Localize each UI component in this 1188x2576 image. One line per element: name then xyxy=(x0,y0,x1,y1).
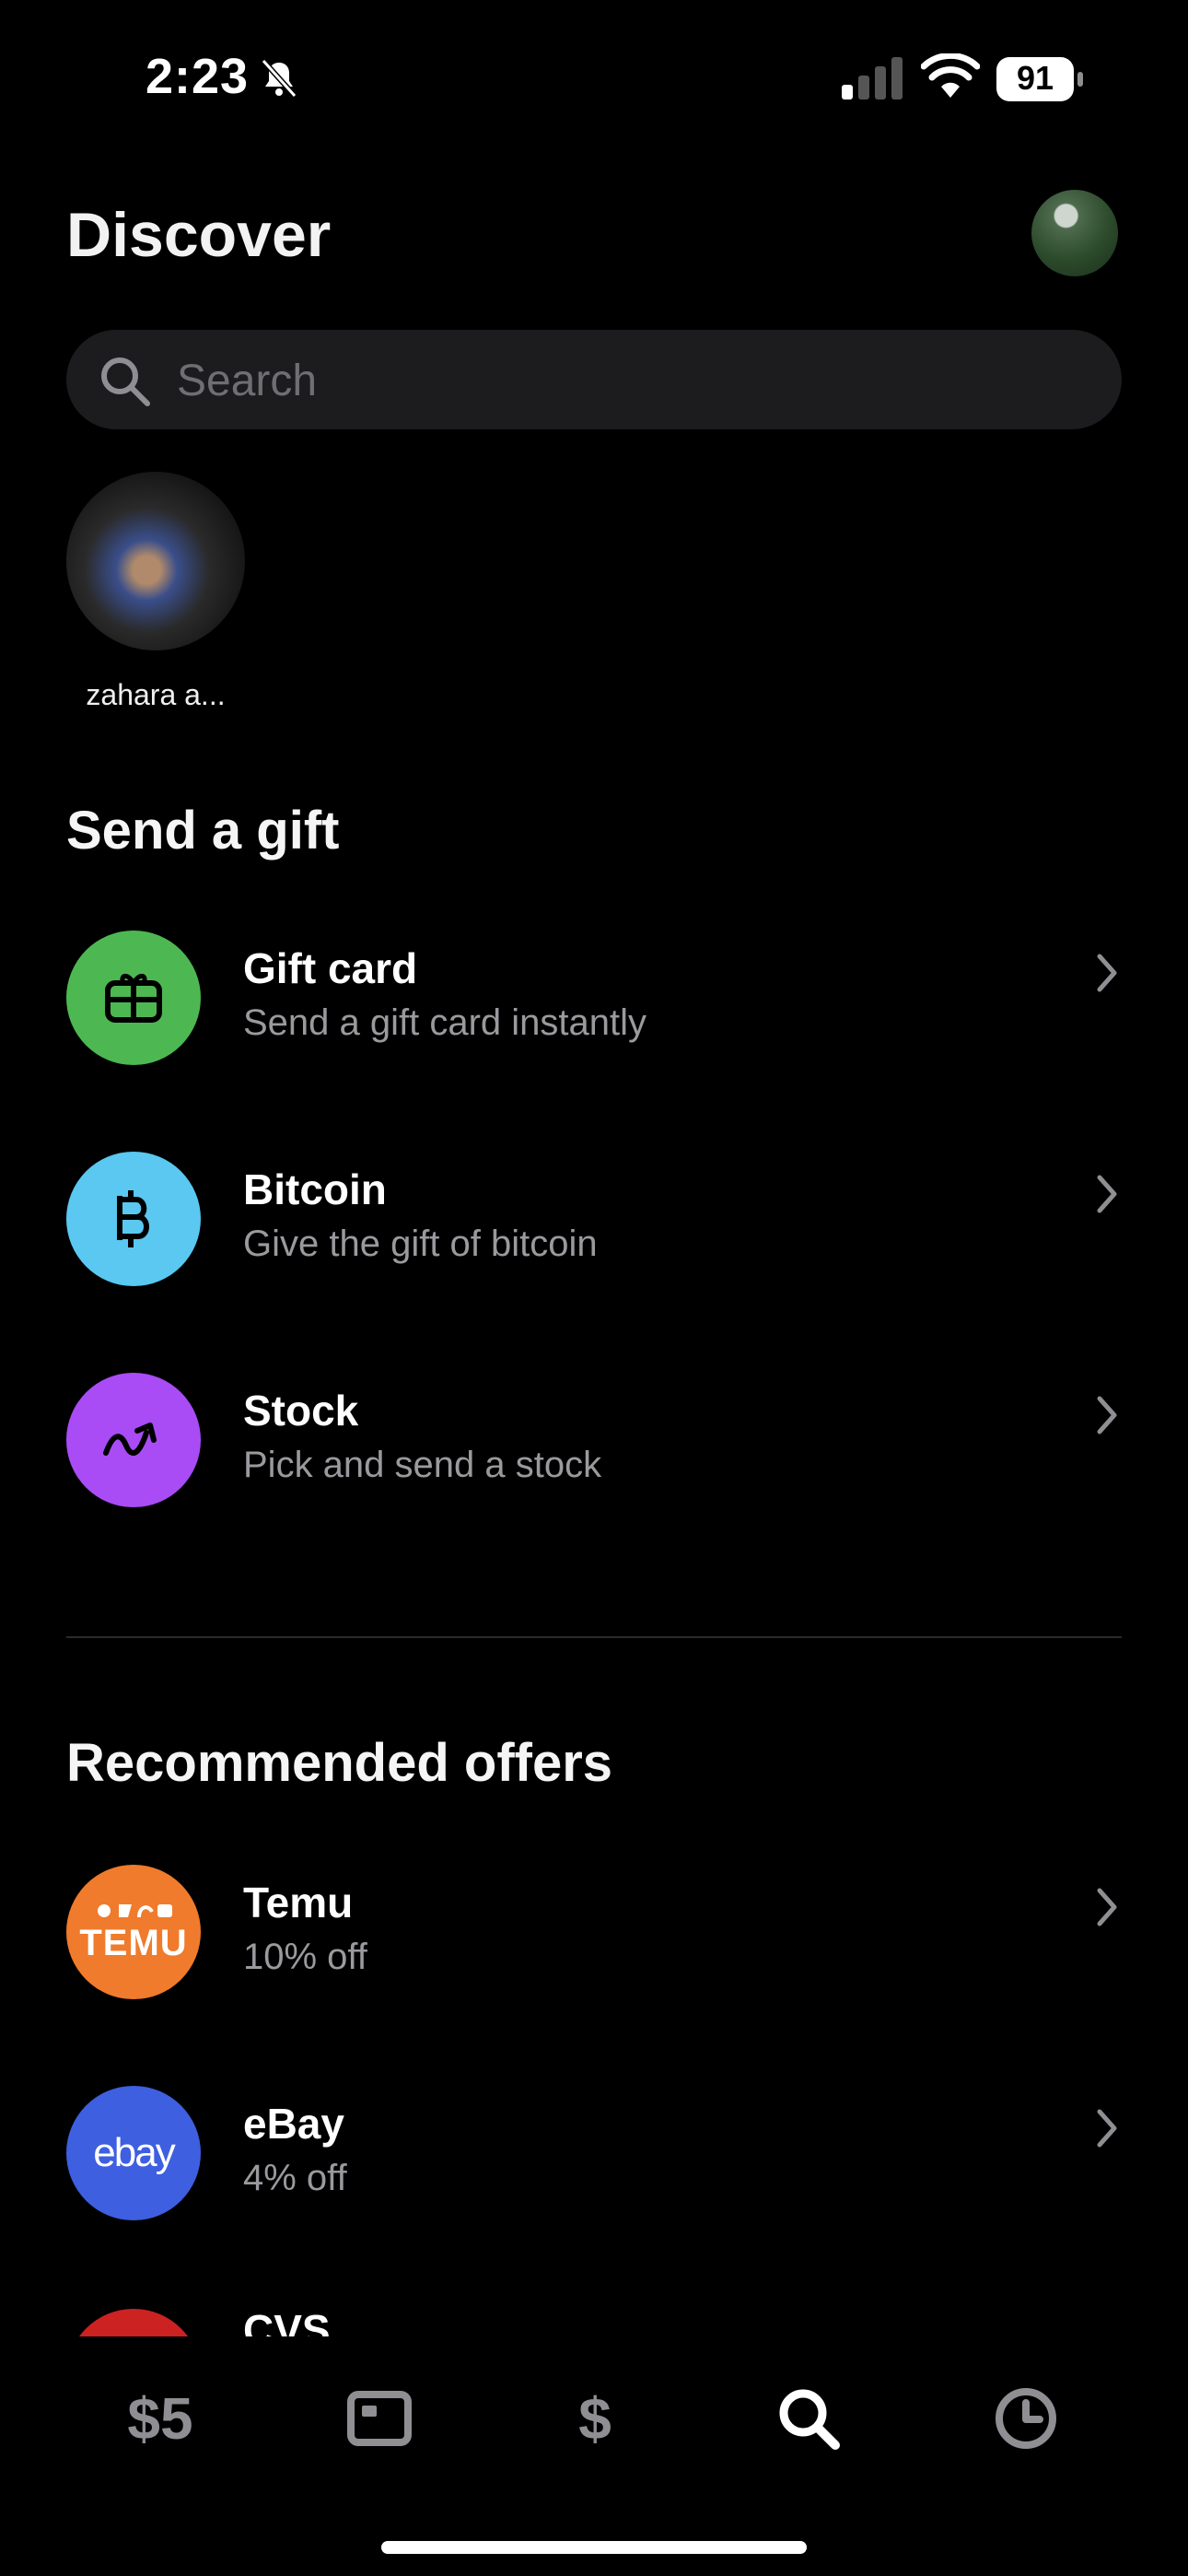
tab-money[interactable]: $ xyxy=(540,2377,650,2460)
tab-balance[interactable]: $5 xyxy=(105,2377,215,2460)
status-time: 2:23 xyxy=(146,49,250,104)
search-placeholder: Search xyxy=(177,357,318,405)
ebay-subtitle: 4% off xyxy=(243,2158,347,2198)
stock-row[interactable]: Stock Pick and send a stock xyxy=(66,1373,1122,1507)
tab-activity[interactable] xyxy=(971,2377,1081,2460)
ebay-title: eBay xyxy=(243,2100,344,2148)
dollar-icon: $ xyxy=(578,2385,611,2452)
search-icon xyxy=(779,2389,840,2450)
stock-subtitle: Pick and send a stock xyxy=(243,1445,602,1485)
gift-card-subtitle: Send a gift card instantly xyxy=(243,1002,647,1043)
temu-title: Temu xyxy=(243,1879,354,1926)
contact-avatar xyxy=(66,472,245,650)
temu-logo-text: TEMU xyxy=(79,1922,188,1963)
send-gift-title: Send a gift xyxy=(66,801,340,861)
chevron-right-icon xyxy=(1097,954,1117,992)
stock-trend-icon xyxy=(66,1373,201,1507)
search-input[interactable]: Search xyxy=(66,330,1122,429)
cvs-title: CVS xyxy=(243,2309,331,2336)
contact-item[interactable]: zahara a... xyxy=(66,472,245,712)
ebay-logo-text: ebay xyxy=(93,2130,175,2175)
stock-title: Stock xyxy=(243,1387,359,1434)
bitcoin-row[interactable]: Bitcoin Give the gift of bitcoin xyxy=(66,1152,1122,1286)
temu-logo-mark xyxy=(98,1903,172,1917)
temu-offer-row[interactable]: TEMU Temu 10% off xyxy=(66,1865,1122,1999)
temu-logo: TEMU xyxy=(66,1865,201,1999)
chevron-right-icon xyxy=(1097,2109,1117,2148)
page-title: Discover xyxy=(66,200,332,270)
search-icon xyxy=(101,357,150,406)
bell-muted-icon xyxy=(261,58,297,99)
contact-name: zahara a... xyxy=(86,678,226,711)
chevron-right-icon xyxy=(1097,1888,1117,1926)
card-icon xyxy=(347,2391,412,2446)
profile-avatar[interactable] xyxy=(1031,190,1118,276)
wifi-icon xyxy=(921,53,980,98)
bitcoin-subtitle: Give the gift of bitcoin xyxy=(243,1224,598,1264)
balance-tab-label: $5 xyxy=(127,2385,193,2452)
battery-icon: 91 xyxy=(996,57,1085,101)
cvs-logo xyxy=(66,2309,201,2336)
ebay-logo: ebay xyxy=(66,2086,201,2220)
recommended-offers-title: Recommended offers xyxy=(66,1733,613,1793)
clock-icon xyxy=(996,2388,1056,2449)
bitcoin-title: Bitcoin xyxy=(243,1165,387,1213)
tab-discover[interactable] xyxy=(753,2377,864,2460)
chevron-right-icon xyxy=(1097,1175,1117,1213)
tab-card[interactable] xyxy=(324,2377,435,2460)
cvs-offer-row[interactable]: CVS xyxy=(66,2309,1122,2336)
temu-subtitle: 10% off xyxy=(243,1937,367,1977)
battery-level: 91 xyxy=(1016,59,1054,97)
section-divider xyxy=(66,1636,1122,1638)
bitcoin-icon xyxy=(66,1152,201,1286)
ebay-offer-row[interactable]: ebay eBay 4% off xyxy=(66,2086,1122,2220)
gift-card-row[interactable]: Gift card Send a gift card instantly xyxy=(66,931,1122,1065)
cell-signal-icon xyxy=(842,57,903,100)
home-indicator[interactable] xyxy=(381,2541,807,2554)
gift-icon xyxy=(66,931,201,1065)
chevron-right-icon xyxy=(1097,1396,1117,1434)
gift-card-title: Gift card xyxy=(243,944,418,992)
